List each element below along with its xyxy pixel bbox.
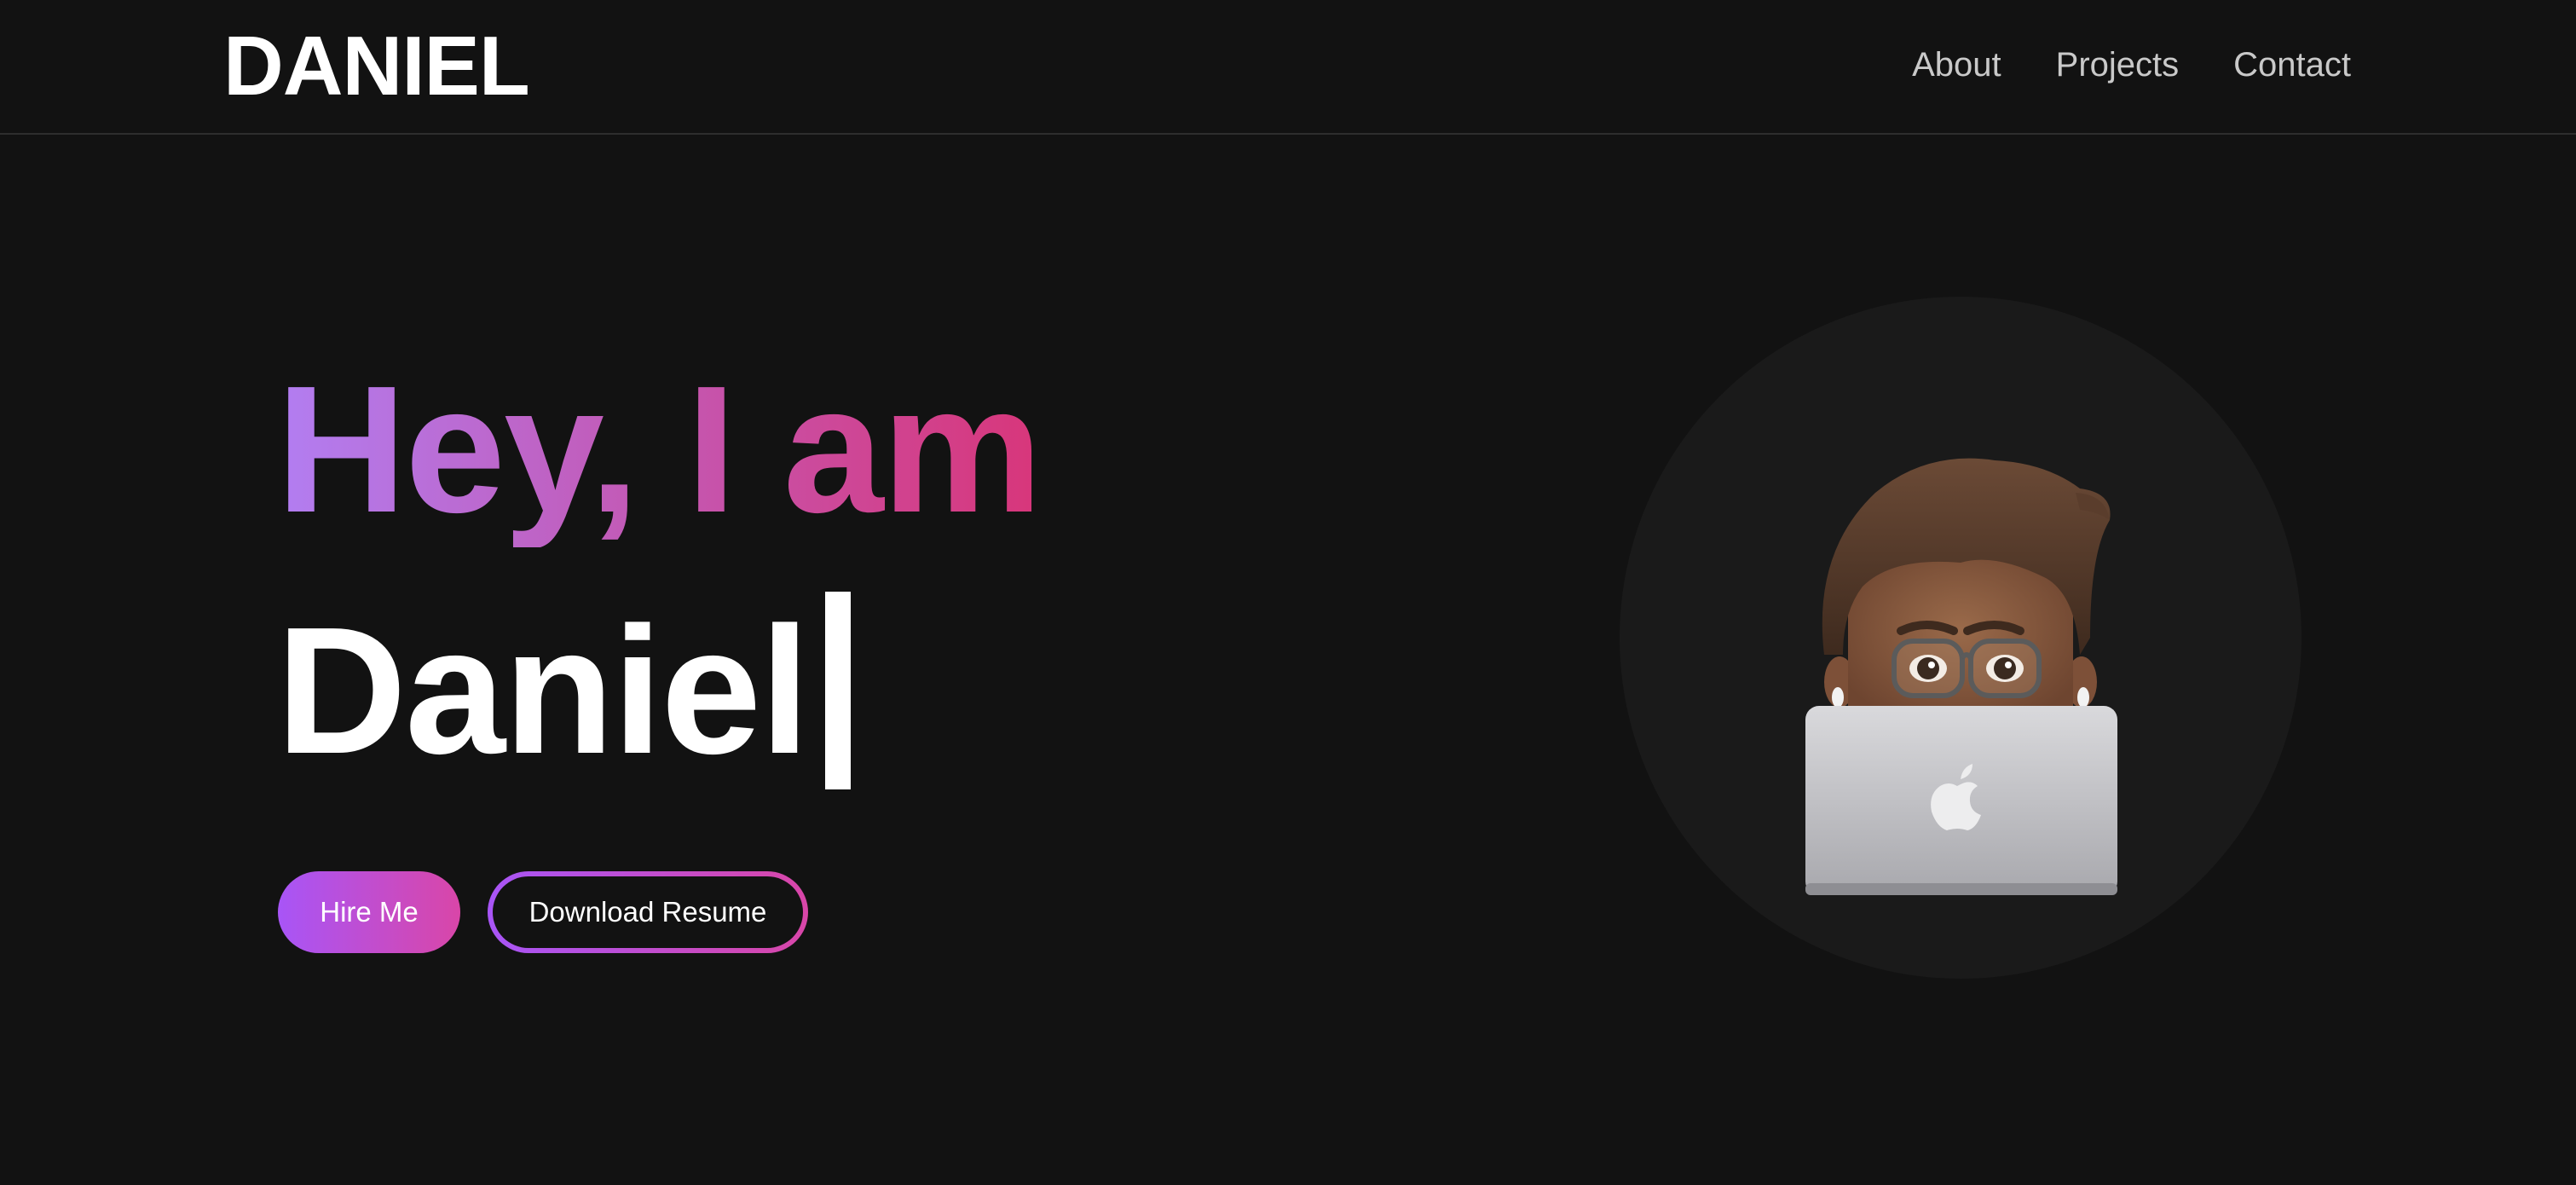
nav-link-about[interactable]: About <box>1912 38 2001 92</box>
site-logo[interactable]: DANIEL <box>223 19 530 113</box>
hero-name: Daniel <box>276 589 810 791</box>
hero-name-line: Daniel <box>276 588 852 793</box>
hero-buttons: Hire Me Download Resume <box>278 871 808 953</box>
typing-cursor <box>825 592 852 789</box>
hero-greeting: Hey, I am <box>276 348 1043 550</box>
portfolio-page: DANIEL About Projects Contact Hey, I am … <box>0 0 2576 1185</box>
memoji-with-laptop-icon <box>1805 458 2117 895</box>
main-nav: About Projects Contact <box>1912 38 2351 92</box>
download-resume-label: Download Resume <box>493 876 803 948</box>
nav-link-contact[interactable]: Contact <box>2233 38 2351 92</box>
avatar-circle <box>1620 297 2302 979</box>
download-resume-button[interactable]: Download Resume <box>488 871 808 953</box>
nav-link-projects[interactable]: Projects <box>2056 38 2180 92</box>
site-header: DANIEL About Projects Contact <box>0 0 2576 135</box>
hire-me-button[interactable]: Hire Me <box>278 871 460 953</box>
